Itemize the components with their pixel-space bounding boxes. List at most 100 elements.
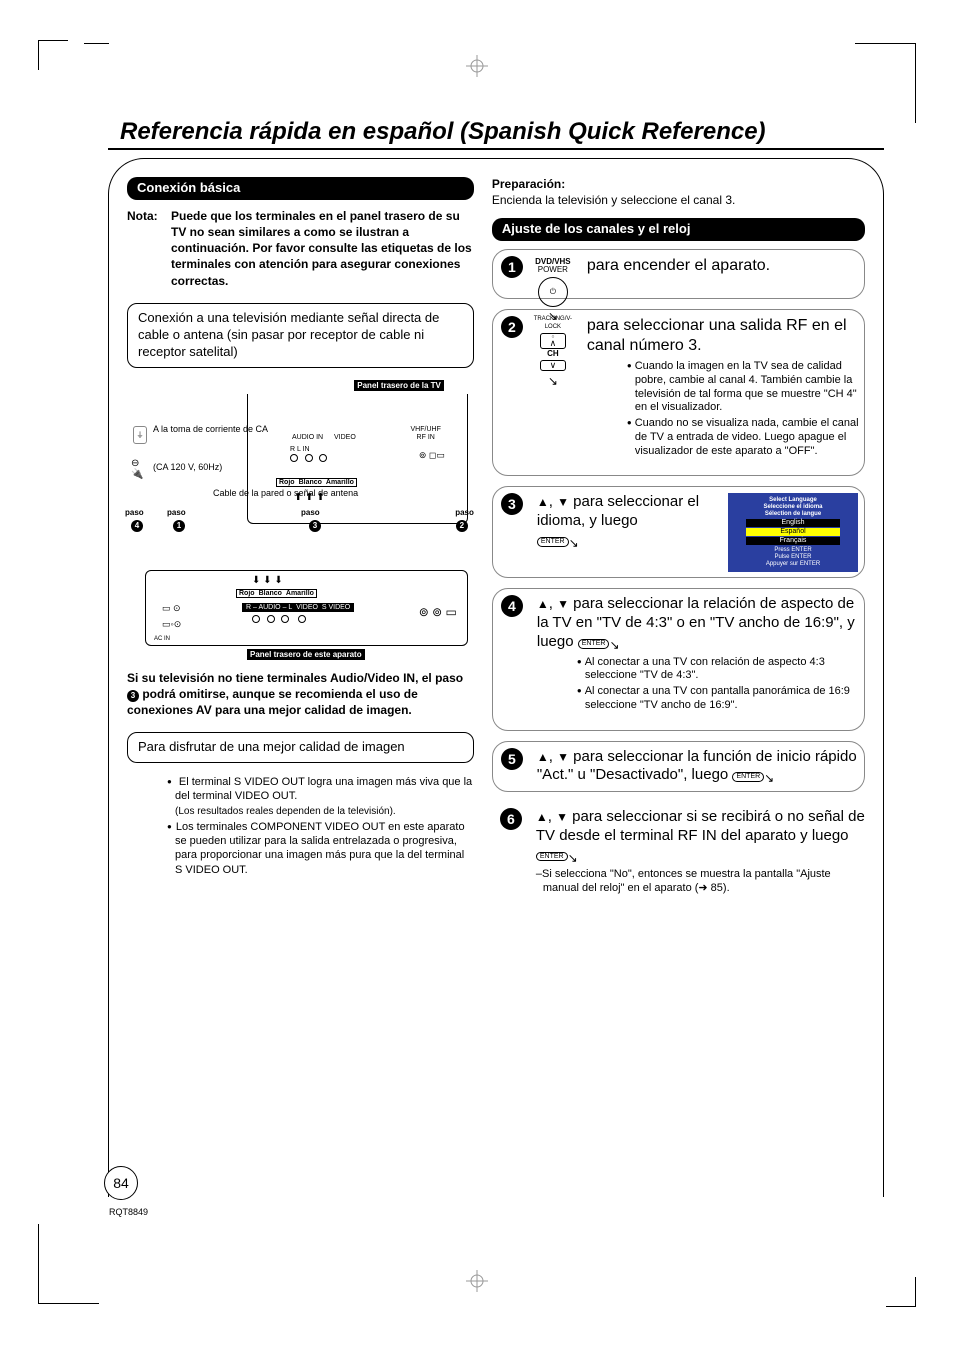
down-triangle-icon: ▼ [557, 495, 569, 509]
crop-mark [84, 43, 109, 44]
registration-mark-icon [466, 1270, 488, 1292]
avout-label: R – AUDIO – L VIDEO S VIDEO [242, 603, 354, 612]
jack-icon [252, 615, 260, 623]
step-3: 3 ▲, ▼ para seleccionar el idioma, y lue… [492, 486, 865, 578]
vhf-uhf-label: VHF/UHF RF IN [411, 426, 441, 442]
step-2-bullets: Cuando la imagen en la TV sea de calidad… [587, 360, 864, 458]
ac-spec: (CA 120 V, 60Hz) [153, 462, 222, 472]
ch-down-button: ∨ [540, 360, 566, 371]
step-label: paso [167, 508, 186, 517]
nota-body: Puede que los terminales en el panel tra… [171, 208, 474, 289]
nota-label: Nota: [127, 208, 171, 289]
enter-pill: ENTER [732, 772, 764, 782]
heading-basic-connection: Conexión básica [127, 177, 474, 200]
bullet-component: Los terminales COMPONENT VIDEO OUT en es… [175, 820, 474, 877]
ch-label: CH [529, 350, 577, 358]
doc-id: RQT8849 [109, 1207, 148, 1217]
osd-option-espanol: Español [746, 528, 840, 536]
box-direct-connection: Conexión a una televisión mediante señal… [127, 303, 474, 368]
step-number: 1 [501, 256, 523, 278]
preparation: Preparación: Encienda la televisión y se… [492, 177, 865, 208]
wall-outlet-icon [133, 426, 147, 444]
right-column: Preparación: Encienda la televisión y se… [492, 177, 865, 1197]
ch-up-button: ○∧ [540, 333, 566, 349]
nota-block: Nota: Puede que los terminales en el pan… [127, 208, 474, 289]
prep-label: Preparación: [492, 177, 565, 191]
press-indicator-icon: ↘ [569, 536, 579, 551]
osd-footer: Press ENTER Pulse ENTER Appuyer sur ENTE… [732, 547, 854, 568]
step-4: 4 ▲, ▼ para seleccionar la relación de a… [492, 588, 865, 730]
crop-mark [886, 1277, 916, 1307]
jack-icon [281, 615, 289, 623]
step-number: 5 [501, 748, 523, 770]
tv-outline: AUDIO IN VIDEO R L IN VHF/UHF RF IN [247, 394, 468, 524]
crop-mark [38, 40, 68, 70]
step-number: 6 [500, 808, 522, 830]
step-1: 1 DVD/VHS POWER ⏻ ↘ para encender el apa… [492, 249, 865, 299]
up-triangle-icon: ▲ [537, 495, 549, 509]
osd-option-francais: Français [746, 537, 840, 545]
osd-title: Select Language Seleccione el idioma Sél… [732, 497, 854, 518]
step-2-circle: 2 [456, 520, 468, 532]
crop-mark [38, 1224, 83, 1304]
enter-pill: ENTER [578, 639, 610, 649]
plug-icon: ⊖🔌 [131, 458, 143, 480]
jack-row-bottom [250, 615, 308, 625]
step-number: 4 [501, 595, 523, 617]
vhf: VHF/UHF [411, 426, 441, 433]
rgb-label-bottom: Rojo Blanco Amarillo [236, 589, 317, 598]
audio-in-label: AUDIO IN [292, 434, 323, 442]
step-3-inline: 3 [127, 690, 139, 702]
cable-label: Cable de la pared o señal de antena [213, 488, 358, 498]
connector-row: ▭ ⊙ [162, 603, 181, 614]
rfin: RF IN [417, 434, 435, 441]
rf-jacks: ⊚ ⊚ ▭ [419, 605, 457, 619]
plug-arrows: ⬇ ⬇ ⬇ [252, 575, 283, 586]
step-6-text: ▲, ▼ para seleccionar si se recibirá o n… [536, 808, 865, 864]
down-triangle-icon: ▼ [556, 810, 568, 824]
rf-jack: ⊚ ◻▭ [419, 450, 445, 461]
step-label: paso [301, 508, 320, 517]
press-indicator-icon: ↘ [568, 851, 578, 866]
step-1-text: para encender el aparato. [587, 256, 864, 276]
ac-label: A la toma de corriente de CA [153, 424, 268, 434]
connector-row: ▭◦⊙ [162, 619, 181, 630]
skip-note: Si su televisión no tiene terminales Aud… [127, 670, 474, 719]
rl-in-label: R L IN [290, 446, 310, 454]
down-triangle-icon: ▼ [557, 750, 569, 764]
power-icon: ⏻ [538, 277, 568, 307]
press-indicator-icon: ↘ [764, 771, 774, 786]
registration-mark-icon [466, 55, 488, 77]
enter-pill: ENTER [536, 852, 568, 862]
press-indicator-icon: ↘ [548, 375, 558, 388]
step-6-note: –Si selecciona "No", entonces se muestra… [543, 868, 865, 896]
step-6: 6 ▲, ▼ para seleccionar si se recibirá o… [492, 802, 865, 896]
jack-icon [290, 454, 298, 462]
step-label: paso [125, 508, 144, 517]
osd-language-menu: Select Language Seleccione el idioma Sél… [728, 493, 858, 571]
up-triangle-icon: ▲ [537, 597, 549, 611]
step-4-bullets: Al conectar a una TV con relación de asp… [537, 656, 864, 713]
step-2-text: para seleccionar una salida RF en el can… [587, 316, 864, 356]
step-number: 2 [501, 316, 523, 338]
box-better-quality: Para disfrutar de una mejor calidad de i… [127, 732, 474, 763]
prep-body: Encienda la televisión y seleccione el c… [492, 193, 735, 207]
channel-button-icon: TRACKING/V-LOCK ○∧ CH ∨ ↘ [529, 314, 577, 384]
step-number: 3 [501, 493, 523, 515]
page-number: 84 [104, 1166, 138, 1200]
up-triangle-icon: ▲ [536, 810, 548, 824]
crop-mark [871, 43, 916, 123]
unit-panel-label: Panel trasero de este aparato [247, 649, 365, 660]
step-5: 5 ▲, ▼ para seleccionar la función de in… [492, 741, 865, 793]
acin-label: AC IN [154, 636, 170, 643]
video-label: VIDEO [334, 434, 356, 442]
enter-pill: ENTER [537, 537, 569, 547]
page-title: Referencia rápida en español (Spanish Qu… [120, 118, 884, 146]
osd-option-english: English [746, 519, 840, 527]
bullet-svideo: El terminal S VIDEO OUT logra una imagen… [175, 775, 474, 818]
connection-diagram: Panel trasero de la TV Panel trasero de … [127, 380, 474, 660]
jack-icon [305, 454, 313, 462]
quality-bullets: El terminal S VIDEO OUT logra una imagen… [127, 775, 474, 877]
step-4-circle: 4 [131, 520, 143, 532]
step-4-text: ▲, ▼ para seleccionar la relación de asp… [537, 595, 864, 651]
